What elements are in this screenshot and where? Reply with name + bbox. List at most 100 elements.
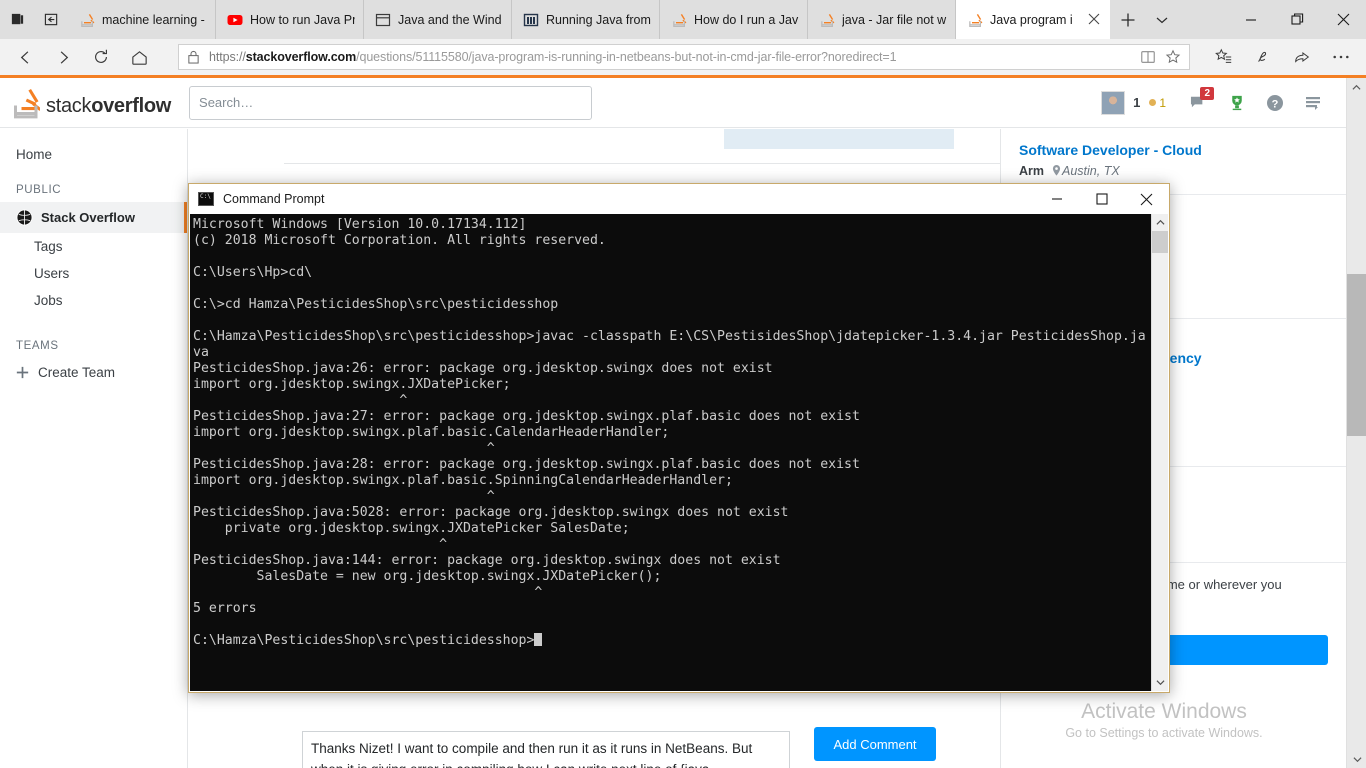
sidebar-item-label: Create Team	[38, 365, 116, 380]
search-placeholder: Search…	[199, 95, 254, 110]
tab-strip: machine learning - How to run Java Pr Ja…	[0, 0, 1366, 39]
sidebar-section-public: PUBLIC	[16, 184, 62, 196]
page-scrollbar[interactable]	[1346, 78, 1366, 768]
stackoverflow-favicon	[819, 12, 835, 28]
sidebar-item-jobs[interactable]: Jobs	[0, 287, 187, 314]
scroll-up-arrow-icon[interactable]	[1347, 78, 1366, 96]
plus-icon	[14, 364, 31, 381]
sidebar-section-teams: TEAMS	[16, 340, 59, 352]
browser-tab[interactable]: How do I run a Jav	[660, 0, 808, 39]
cmd-window-title: Command Prompt	[223, 192, 325, 206]
stackoverflow-favicon	[671, 12, 687, 28]
youtube-favicon	[227, 12, 243, 28]
minimize-button[interactable]	[1228, 0, 1274, 39]
refresh-icon[interactable]	[82, 41, 120, 73]
home-icon[interactable]	[120, 41, 158, 73]
share-icon[interactable]	[1282, 41, 1321, 73]
stackoverflow-logo-icon	[14, 88, 40, 118]
tab-title: Java program i	[990, 12, 1073, 27]
cmd-scrollbar-thumb[interactable]	[1152, 231, 1168, 253]
trophy-icon[interactable]	[1218, 86, 1256, 120]
browser-tab[interactable]: java - Jar file not w	[808, 0, 956, 39]
inbox-icon[interactable]: 2	[1180, 86, 1218, 120]
browser-window: machine learning - How to run Java Pr Ja…	[0, 0, 1366, 768]
cmd-scroll-down-icon[interactable]	[1152, 674, 1168, 691]
set-aside-tabs-icon[interactable]	[34, 0, 68, 39]
add-comment-button[interactable]: Add Comment	[814, 727, 936, 761]
lock-icon	[187, 50, 200, 64]
search-input[interactable]: Search…	[189, 85, 593, 120]
favorite-star-icon[interactable]	[1165, 49, 1181, 65]
cmd-minimize-button[interactable]	[1034, 184, 1079, 214]
sidebar-item-home[interactable]: Home	[0, 139, 187, 170]
cmd-maximize-button[interactable]	[1079, 184, 1124, 214]
cmd-title-bar[interactable]: Command Prompt	[189, 184, 1169, 214]
svg-text:?: ?	[1272, 98, 1279, 110]
reputation-count: 1	[1133, 95, 1141, 110]
tab-title: java - Jar file not w	[842, 12, 947, 27]
scroll-down-arrow-icon[interactable]	[1347, 750, 1366, 768]
cmd-close-button[interactable]	[1124, 184, 1169, 214]
tabbar-controls	[1111, 0, 1179, 39]
cmd-console-output: Microsoft Windows [Version 10.0.17134.11…	[193, 217, 1146, 649]
tab-title: How to run Java Pr	[250, 12, 355, 27]
browser-tab-active[interactable]: Java program i	[956, 0, 1111, 39]
gold-badge-dot-icon	[1149, 99, 1157, 106]
command-prompt-window[interactable]: Command Prompt Microsoft Windows [Versio…	[188, 183, 1170, 693]
sidebar-item-stack-overflow[interactable]: Stack Overflow	[0, 202, 187, 233]
help-icon[interactable]: ?	[1256, 86, 1294, 120]
toolbar-actions	[1204, 41, 1360, 73]
sidebar-item-users[interactable]: Users	[0, 260, 187, 287]
restore-button[interactable]	[1274, 0, 1320, 39]
cmd-scroll-up-icon[interactable]	[1152, 214, 1168, 231]
browser-tab[interactable]: machine learning -	[68, 0, 216, 39]
stackoverflow-favicon	[79, 12, 95, 28]
new-tab-button[interactable]	[1111, 0, 1145, 39]
sidebar-item-create-team[interactable]: Create Team	[0, 358, 187, 387]
job-meta: Arm Austin, TX	[1019, 164, 1328, 180]
url-path: /questions/51115580/java-program-is-runn…	[356, 50, 897, 64]
url-text: https://stackoverflow.com/questions/5111…	[209, 50, 1131, 64]
window-controls	[1228, 0, 1366, 39]
back-icon[interactable]	[6, 41, 44, 73]
cmd-window-controls	[1034, 184, 1169, 214]
close-button[interactable]	[1320, 0, 1366, 39]
tab-title: How do I run a Jav	[694, 12, 799, 27]
sidebar-item-tags[interactable]: Tags	[0, 233, 187, 260]
job-company: Arm	[1019, 164, 1045, 178]
favorites-hub-icon[interactable]	[1204, 41, 1243, 73]
location-pin-icon	[1051, 164, 1062, 180]
user-menu: 1 1 2 ?	[1101, 86, 1346, 120]
browser-tab[interactable]: Running Java from	[512, 0, 660, 39]
reading-view-icon[interactable]	[1140, 49, 1156, 65]
job-title[interactable]: Software Developer - Cloud	[1019, 141, 1328, 159]
avatar[interactable]	[1101, 90, 1126, 115]
browser-tab[interactable]: How to run Java Pr	[216, 0, 364, 39]
close-icon[interactable]	[1088, 13, 1102, 27]
comment-textarea[interactable]: Thanks Nizet! I want to compile and then…	[302, 731, 790, 768]
scrollbar-thumb[interactable]	[1347, 274, 1366, 436]
tab-title: Running Java from	[546, 12, 651, 27]
browser-tab[interactable]: Java and the Wind	[364, 0, 512, 39]
tab-title: machine learning -	[102, 12, 205, 27]
more-options-icon[interactable]	[1321, 41, 1360, 73]
chevron-down-icon[interactable]	[1145, 0, 1179, 39]
highlighted-comment-block	[724, 129, 954, 149]
cmd-console-area[interactable]: Microsoft Windows [Version 10.0.17134.11…	[190, 214, 1168, 691]
navigation-toolbar: https://stackoverflow.com/questions/5111…	[0, 39, 1366, 75]
book-favicon	[523, 12, 539, 28]
address-bar[interactable]: https://stackoverflow.com/questions/5111…	[178, 44, 1190, 70]
gold-badge-count: 1	[1149, 96, 1166, 110]
globe-icon	[16, 209, 33, 226]
forward-icon[interactable]	[44, 41, 82, 73]
window-favicon	[375, 12, 391, 28]
console-icon	[198, 192, 214, 206]
tab-preview-icon[interactable]	[0, 0, 34, 39]
cmd-scrollbar[interactable]	[1151, 214, 1168, 691]
stackoverflow-logo[interactable]: stackoverflow	[12, 87, 171, 119]
site-switcher-icon[interactable]	[1294, 86, 1332, 120]
inbox-count-badge: 2	[1200, 86, 1214, 100]
so-left-sidebar: Home PUBLIC Stack Overflow Tags Users Jo…	[0, 129, 188, 768]
web-notes-icon[interactable]	[1243, 41, 1282, 73]
tab-title: Java and the Wind	[398, 12, 502, 27]
